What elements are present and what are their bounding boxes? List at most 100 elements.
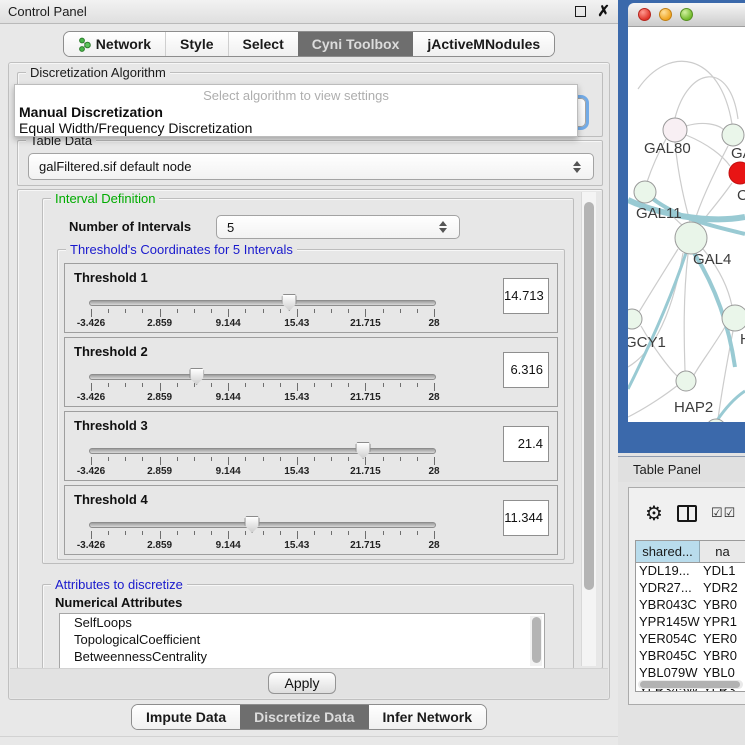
threshold-panel-3: Threshold 3 -3.4262.8599.14415.4321.7152… [64, 411, 558, 481]
threshold-panel-2: Threshold 2 -3.4262.8599.14415.4321.7152… [64, 337, 558, 407]
slider-tick-labels: -3.4262.8599.14415.4321.71528 [91, 466, 434, 478]
table-row[interactable]: YBR043CYBR0 [636, 597, 745, 614]
list-scrollbar[interactable] [530, 616, 542, 666]
panel-title: Control Panel [8, 4, 87, 19]
dropdown-option-equal-width[interactable]: Equal Width/Frequency Discretization [15, 120, 577, 136]
table-panel-titlebar: Table Panel [618, 456, 745, 482]
network-canvas[interactable]: GAL80 GA C GAL11 GAL4 GCY1 H HAP2 [628, 27, 745, 422]
close-icon[interactable]: ✗ [597, 6, 610, 17]
algorithm-dropdown-popup: Select algorithm to view settings Manual… [14, 84, 578, 137]
apply-button[interactable]: Apply [268, 672, 336, 694]
mac-minimize-icon[interactable] [659, 8, 672, 21]
threshold-value-field[interactable]: 21.4 [503, 426, 549, 462]
tab-network[interactable]: Network [64, 32, 166, 56]
cell[interactable]: YPR1 [700, 614, 745, 631]
node-gcy1[interactable] [628, 309, 642, 329]
table-row[interactable]: YDR27...YDR2 [636, 580, 745, 597]
column-header-shared-name[interactable]: shared... [636, 541, 700, 562]
slider-track[interactable] [89, 448, 436, 454]
horizontal-scrollbar[interactable] [638, 680, 743, 689]
node-gal4[interactable] [675, 222, 707, 254]
threshold-slider[interactable]: -3.4262.8599.14415.4321.71528 [89, 516, 436, 552]
node-red-selected[interactable] [729, 162, 745, 184]
table-row[interactable]: YPR145WYPR1 [636, 614, 745, 631]
mac-close-icon[interactable] [638, 8, 651, 21]
node-label: C [737, 187, 745, 204]
slider-track[interactable] [89, 374, 436, 380]
float-window-icon[interactable] [575, 6, 586, 17]
dropdown-option-manual[interactable]: Manual Discretization [15, 104, 577, 120]
threshold-slider[interactable]: -3.4262.8599.14415.4321.71528 [89, 294, 436, 330]
node-label: GAL11 [636, 205, 682, 222]
cell[interactable]: YER054C [636, 631, 700, 648]
table-row[interactable]: YER054CYER0 [636, 631, 745, 648]
node-bottom[interactable] [706, 419, 726, 422]
node-hap2[interactable] [676, 371, 696, 391]
cell[interactable]: YER0 [700, 631, 745, 648]
tab-impute-data[interactable]: Impute Data [132, 705, 240, 729]
threshold-value-field[interactable]: 6.316 [503, 352, 549, 388]
gear-icon[interactable]: ⚙ [645, 501, 663, 526]
split-pane-icon[interactable] [677, 505, 697, 522]
tab-discretize-data[interactable]: Discretize Data [240, 705, 368, 729]
vertical-scrollbar[interactable] [581, 192, 596, 666]
threshold-value-field[interactable]: 11.344 [503, 500, 549, 536]
table-panel-widget: ⚙ ☑☑ shared... na YDL19...YDL1 YDR27...Y… [628, 487, 745, 705]
table-row[interactable]: YDL19...YDL1 [636, 563, 745, 580]
tab-infer-network[interactable]: Infer Network [369, 705, 486, 729]
cell[interactable]: YBR045C [636, 648, 700, 665]
node-h[interactable] [722, 305, 745, 331]
node-gal80[interactable] [663, 118, 687, 142]
tab-jactivemnodules[interactable]: jActiveMNodules [413, 32, 554, 56]
bottom-divider [0, 736, 618, 737]
cell[interactable]: YBR043C [636, 597, 700, 614]
attributes-group-title: Attributes to discretize [51, 577, 187, 592]
tab-cyni-toolbox[interactable]: Cyni Toolbox [298, 32, 414, 56]
node-top-right[interactable] [722, 124, 744, 146]
table-row[interactable]: YBR045CYBR0 [636, 648, 745, 665]
table-data-group: Table Data galFiltered.sif default node [17, 140, 603, 186]
tab-select[interactable]: Select [229, 32, 298, 56]
cell[interactable]: YBR0 [700, 648, 745, 665]
list-item[interactable]: SelfLoops [60, 614, 544, 631]
threshold-label: Threshold 1 [74, 270, 148, 285]
list-item[interactable]: BetweennessCentrality [60, 648, 544, 665]
settings-scroll-panel: Interval Definition Number of Intervals … [17, 189, 603, 669]
tab-label: Impute Data [146, 709, 226, 725]
table-data-combo[interactable]: galFiltered.sif default node [28, 153, 594, 180]
threshold-slider[interactable]: -3.4262.8599.14415.4321.71528 [89, 368, 436, 404]
top-tabs-row: Network Style Select Cyni Toolbox jActiv… [0, 31, 618, 57]
numerical-attributes-list[interactable]: SelfLoops TopologicalCoefficient Between… [59, 613, 545, 669]
node-gal11[interactable] [634, 181, 656, 203]
slider-ticks [91, 309, 434, 318]
apply-band: Apply [10, 668, 608, 698]
cell[interactable]: YPR145W [636, 614, 700, 631]
threshold-value-field[interactable]: 14.713 [503, 278, 549, 314]
cyni-panel-body: Discretization Algorithm Table Data galF… [8, 62, 610, 700]
cell[interactable]: YDL1 [700, 563, 745, 580]
list-scrollbar-thumb[interactable] [532, 617, 541, 663]
checkbox-icons[interactable]: ☑☑ [711, 505, 736, 521]
num-intervals-value: 5 [227, 220, 234, 235]
slider-tick-labels: -3.4262.8599.14415.4321.71528 [91, 318, 434, 330]
cell[interactable]: YDL19... [636, 563, 700, 580]
list-item[interactable]: TopologicalCoefficient [60, 631, 544, 648]
tab-label: Cyni Toolbox [312, 36, 400, 52]
threshold-slider[interactable]: -3.4262.8599.14415.4321.71528 [89, 442, 436, 478]
cell[interactable]: YDR27... [636, 580, 700, 597]
horizontal-scrollbar-thumb[interactable] [640, 681, 740, 688]
num-intervals-combo[interactable]: 5 [216, 215, 460, 239]
slider-track[interactable] [89, 522, 436, 528]
node-table[interactable]: shared... na YDL19...YDL1 YDR27...YDR2 Y… [635, 540, 745, 692]
mac-zoom-icon[interactable] [680, 8, 693, 21]
scrollbar-thumb[interactable] [584, 202, 594, 590]
table-data-combo-value: galFiltered.sif default node [39, 159, 191, 174]
slider-track[interactable] [89, 300, 436, 306]
threshold-panel-1: Threshold 1 -3.4262.8599.14415.4321.7152… [64, 263, 558, 333]
cell[interactable]: YBR0 [700, 597, 745, 614]
cell[interactable]: YDR2 [700, 580, 745, 597]
column-header-name[interactable]: na [700, 541, 745, 562]
tab-style[interactable]: Style [166, 32, 228, 56]
slider-tick-labels: -3.4262.8599.14415.4321.71528 [91, 540, 434, 552]
combo-stepper-icon [573, 161, 583, 173]
